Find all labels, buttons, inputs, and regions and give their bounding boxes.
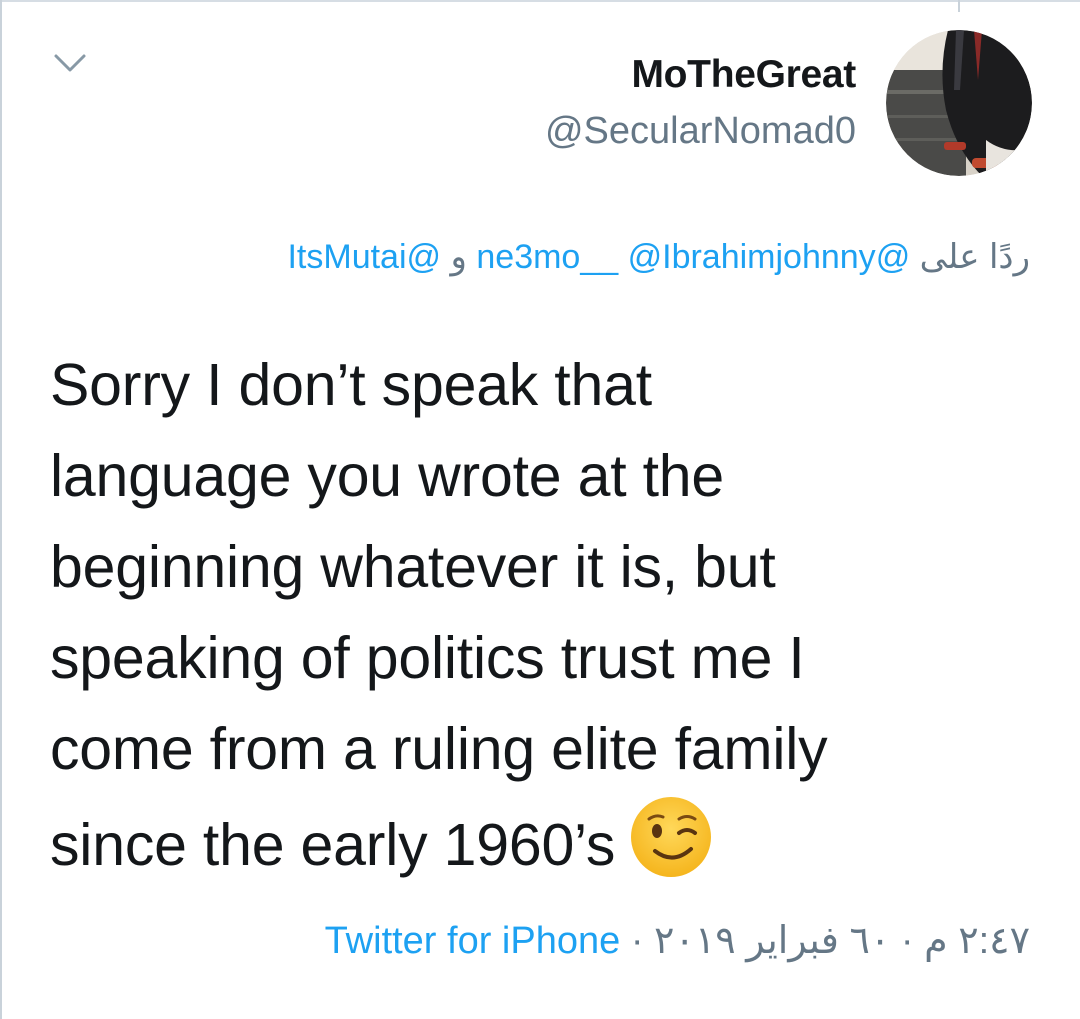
- tweet-text-line: Sorry I don’t speak that: [50, 352, 652, 418]
- tweet-date: ٦٠ فبراير ٢٠١٩: [654, 920, 891, 962]
- frame-left-border: [0, 0, 2, 1019]
- frame-tick: [958, 0, 960, 12]
- avatar[interactable]: [886, 30, 1032, 176]
- display-name[interactable]: MoTheGreat: [545, 51, 856, 99]
- tweet-text-line: speaking of politics trust me I: [50, 625, 805, 691]
- tweet-header: MoTheGreat @SecularNomad0: [545, 30, 1032, 176]
- user-handle[interactable]: @SecularNomad0: [545, 107, 856, 155]
- reply-mention-ibrahimjohnny[interactable]: @Ibrahimjohnny: [628, 238, 876, 276]
- reply-prefix: ردًا على: [919, 238, 1030, 276]
- reply-conjunction: و: [450, 238, 467, 276]
- reply-mention-itsmutai[interactable]: @ItsMutai: [287, 238, 441, 276]
- frame-top-border: [0, 0, 1080, 2]
- tweet-text: Sorry I don’t speak that language you wr…: [50, 340, 1030, 891]
- separator-dot: ·: [630, 920, 644, 962]
- tweet-text-last-line: since the early 1960’s: [50, 795, 1030, 891]
- tweet-text-line: since the early 1960’s: [50, 812, 616, 878]
- author-names: MoTheGreat @SecularNomad0: [545, 51, 856, 155]
- reply-context: ردًا على @ne3mo__ @Ibrahimjohnny و @ItsM…: [70, 232, 1030, 282]
- chevron-down-icon[interactable]: [52, 50, 88, 76]
- tweet-text-line: beginning whatever it is, but: [50, 534, 776, 600]
- tweet-time: ٢:٤٧ م: [924, 920, 1030, 962]
- tweet-metadata: ٢:٤٧ م · ٦٠ فبراير ٢٠١٩ · Twitter for iP…: [325, 912, 1030, 970]
- separator-dot: ·: [900, 920, 914, 962]
- tweet-text-line: language you wrote at the: [50, 443, 724, 509]
- tweet-text-line: come from a ruling elite family: [50, 716, 828, 782]
- winking-face-icon: [631, 797, 712, 877]
- tweet-source-link[interactable]: Twitter for iPhone: [325, 920, 621, 962]
